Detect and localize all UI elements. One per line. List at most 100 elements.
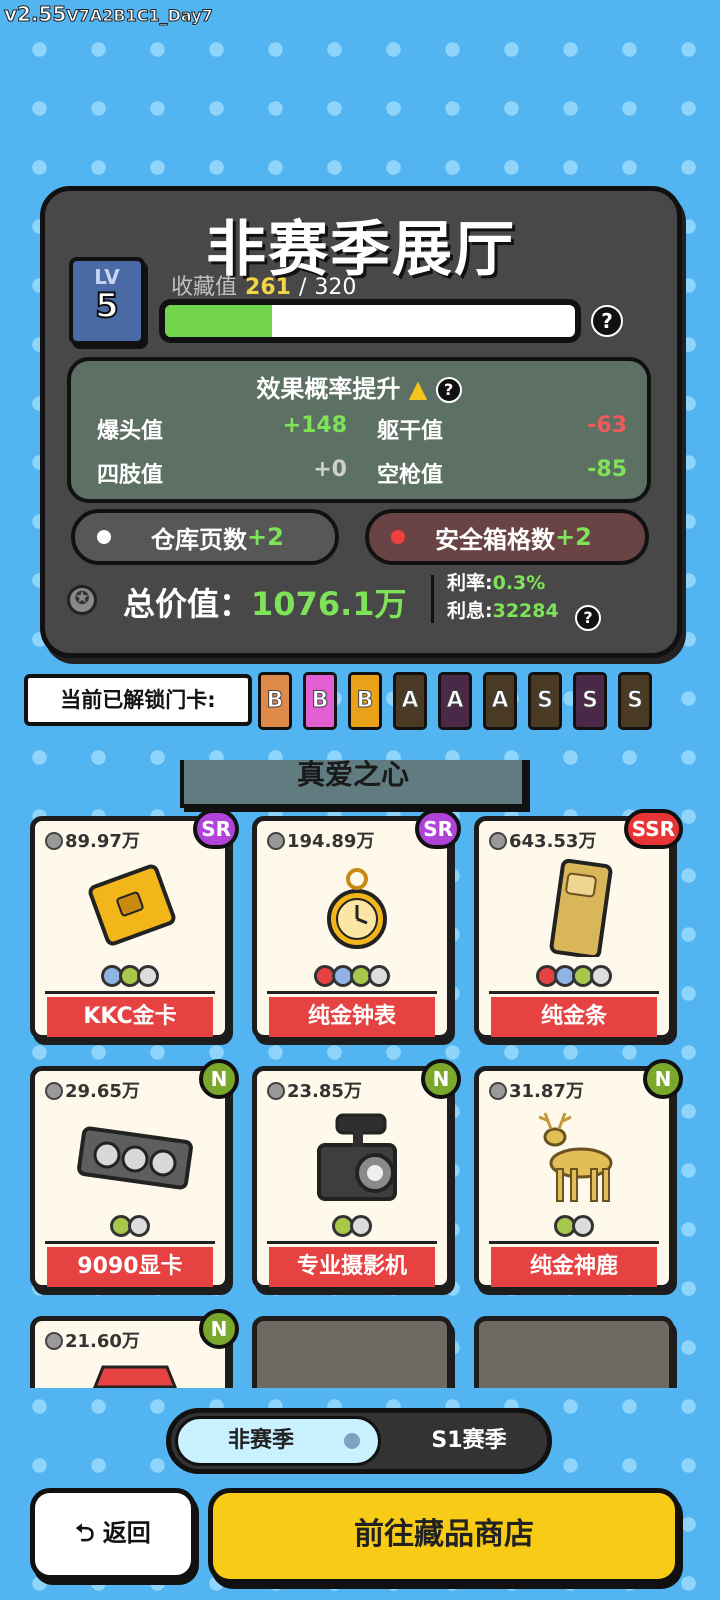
progress-fill	[165, 305, 272, 337]
divider	[489, 1241, 659, 1244]
item-price: 29.65万	[45, 1077, 140, 1103]
coin-icon	[267, 832, 285, 850]
video-camera-icon	[297, 1107, 417, 1207]
gold-pocket-watch-icon	[297, 857, 417, 957]
keycard-a: A	[438, 672, 472, 730]
keycard-s: S	[573, 672, 607, 730]
effect-dots	[479, 1215, 669, 1241]
gold-bar-icon	[519, 857, 639, 960]
rarity-badge: N	[199, 1059, 239, 1099]
item-price: 643.53万	[489, 827, 596, 853]
effect-dots	[35, 965, 225, 991]
stat-torso-label: 躯干值	[377, 419, 444, 444]
effect-title: 效果概率提升 ▲ ?	[71, 369, 647, 404]
warning-triangle-icon: ▲	[408, 375, 428, 403]
warehouse-pages-button[interactable]: 仓库页数 +2	[71, 509, 339, 565]
effect-dot-icon	[590, 965, 612, 987]
item-icon	[75, 1357, 195, 1388]
item-price: 194.89万	[267, 827, 374, 853]
hall-panel: 非赛季展厅 LV 5 收藏值 261/320 ? 效果概率提升 ▲ ? 爆头值 +…	[40, 186, 682, 658]
collection-item-card[interactable]: 31.87万 N 纯金神鹿	[474, 1059, 683, 1290]
interest-info: 利率:0.3% 利息:32284	[447, 572, 559, 622]
red-dot-icon	[391, 530, 405, 544]
divider	[267, 1241, 437, 1244]
collection-item-card[interactable]: 29.65万 N 9090显卡	[30, 1059, 239, 1290]
keycard-a: A	[483, 672, 517, 730]
rarity-badge: N	[199, 1309, 239, 1349]
collection-list[interactable]: 真爱之心 89.97万 SR KKC金卡 194.89万 SR 纯金钟表 643.53万 SS…	[20, 760, 700, 1388]
divider	[45, 991, 215, 994]
keycard-s: S	[528, 672, 562, 730]
collect-max: 320	[314, 275, 357, 300]
coin-icon	[489, 832, 507, 850]
collection-item-card[interactable]: 23.85万 N 专业摄影机	[252, 1059, 461, 1290]
item-name: 9090显卡	[47, 1247, 213, 1287]
section-header: 真爱之心	[180, 760, 526, 808]
season-toggle[interactable]: 非赛季 S1赛季	[166, 1408, 552, 1474]
stat-miss-label: 空枪值	[377, 463, 444, 488]
stat-torso-value: -63	[587, 413, 627, 438]
effect-dots	[257, 965, 447, 991]
locked-item-card[interactable]	[252, 1316, 452, 1388]
coin-icon	[45, 832, 63, 850]
stat-miss-value: -85	[587, 457, 627, 482]
level-value: 5	[94, 286, 120, 326]
effect-box: 效果概率提升 ▲ ? 爆头值 +148 躯干值 -63 四肢值 +0 空枪值 -…	[67, 357, 651, 503]
collect-current: 261	[245, 275, 291, 300]
collect-progress-bar	[159, 299, 581, 343]
collect-value-label: 收藏值 261/320	[171, 275, 357, 300]
stat-limbs-label: 四肢值	[97, 463, 164, 488]
keycard-s: S	[618, 672, 652, 730]
level-badge: LV 5	[69, 257, 145, 345]
collection-item-card[interactable]: 194.89万 SR 纯金钟表	[252, 809, 461, 1040]
toggle-knob	[344, 1433, 360, 1449]
go-to-shop-button[interactable]: 前往藏品商店	[208, 1488, 680, 1584]
divider	[45, 1241, 215, 1244]
total-value: 总价值：1076.1万	[123, 585, 407, 623]
keycard-b: B	[303, 672, 337, 730]
effect-dot-icon	[572, 1215, 594, 1237]
rarity-badge: SR	[415, 809, 461, 849]
graphics-card-icon	[75, 1107, 195, 1207]
keycard-b: B	[258, 672, 292, 730]
collection-item-card[interactable]: 643.53万 SSR 纯金条	[474, 809, 683, 1040]
divider	[267, 991, 437, 994]
back-button[interactable]: ⮌ 返回	[30, 1488, 196, 1580]
coin-icon	[489, 1082, 507, 1100]
rarity-badge: SSR	[623, 809, 683, 849]
item-name: KKC金卡	[47, 997, 213, 1037]
help-icon[interactable]: ?	[435, 377, 462, 403]
help-icon[interactable]: ?	[575, 605, 601, 631]
help-icon[interactable]: ?	[591, 305, 623, 337]
rarity-badge: N	[643, 1059, 683, 1099]
back-arrow-icon: ⮌	[75, 1519, 95, 1547]
effect-dot-icon	[137, 965, 159, 987]
collection-item-card[interactable]: 21.60万 N	[30, 1309, 239, 1388]
keycard-a: A	[393, 672, 427, 730]
tab-s1-season[interactable]: S1赛季	[391, 1413, 547, 1469]
effect-dots	[35, 1215, 225, 1241]
collection-item-card[interactable]: 89.97万 SR KKC金卡	[30, 809, 239, 1040]
coin-icon	[45, 1082, 63, 1100]
effect-dot-icon	[128, 1215, 150, 1237]
item-price: 89.97万	[45, 827, 140, 853]
unlocked-keycards-label: 当前已解锁门卡:	[24, 674, 252, 726]
rarity-badge: N	[421, 1059, 461, 1099]
tab-off-season[interactable]: 非赛季	[175, 1416, 381, 1466]
item-price: 31.87万	[489, 1077, 584, 1103]
stat-limbs-value: +0	[313, 457, 347, 482]
keycard-b: B	[348, 672, 382, 730]
effect-dot-icon	[350, 1215, 372, 1237]
item-price: 21.60万	[45, 1327, 140, 1353]
gold-card-icon	[75, 857, 195, 957]
effect-dot-icon	[368, 965, 390, 987]
version-label: v2.55V7A2B1C1_Day7	[3, 2, 213, 27]
gold-deer-icon	[519, 1107, 639, 1207]
effect-dots	[479, 965, 669, 991]
effect-dots	[257, 1215, 447, 1241]
locked-item-card[interactable]	[474, 1316, 674, 1388]
rarity-badge: SR	[193, 809, 239, 849]
safebox-slots-button[interactable]: 安全箱格数 +2	[365, 509, 649, 565]
divider	[489, 991, 659, 994]
coin-icon: ✪	[67, 585, 97, 615]
